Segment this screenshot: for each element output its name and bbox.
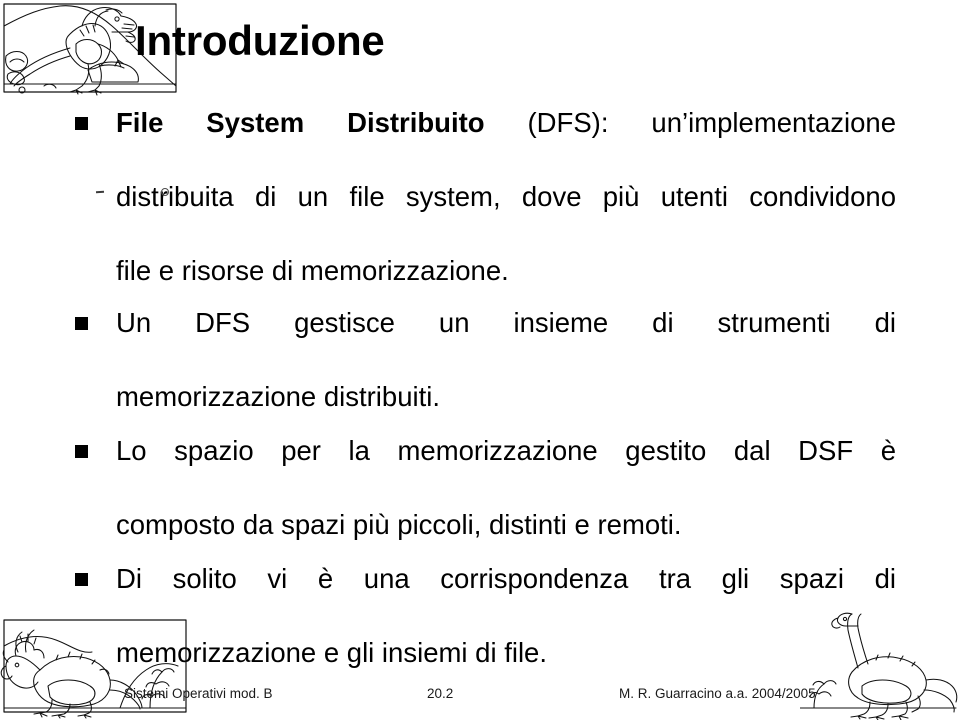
- slide-title: Introduzione: [135, 17, 385, 64]
- bullet-correspondence: Di solito vi è una corrispondenza tra gl…: [66, 560, 896, 671]
- bullet-line: Un DFS gestisce un insieme di strumenti …: [116, 307, 896, 338]
- bullet-line: memorizzazione distribuiti.: [116, 381, 440, 412]
- bullet-line: memorizzazione e gli insiemi di file.: [116, 637, 547, 668]
- bullet-strong-text: File System Distribuito: [116, 107, 485, 138]
- slide-footer: Sistemi Operativi mod. B 20.2 M. R. Guar…: [0, 686, 960, 708]
- bullet-line: distribuita di un file system, dove più …: [116, 181, 896, 212]
- bullet-line: file e risorse di memorizzazione.: [116, 255, 509, 286]
- footer-author-label: M. R. Guarracino a.a. 2004/2005: [619, 686, 816, 701]
- filled-square-bullet-icon: [75, 117, 88, 130]
- footer-slide-number: 20.2: [427, 686, 454, 701]
- filled-square-bullet-icon: [75, 573, 88, 586]
- footer-course-label: Sistemi Operativi mod. B: [124, 686, 273, 701]
- bullet-text: (DFS): un’implementazione: [484, 107, 897, 138]
- bullet-line: Di solito vi è una corrispondenza tra gl…: [116, 563, 896, 594]
- slide-canvas: Introduzione File System Distribuito (DF…: [0, 0, 960, 720]
- slide-body: File System Distribuito (DFS): un’implem…: [66, 104, 896, 677]
- bullet-dfs-definition: File System Distribuito (DFS): un’implem…: [66, 104, 896, 289]
- bullet-dfs-manages: Un DFS gestisce un insieme di strumenti …: [66, 304, 896, 415]
- bullet-line: File System Distribuito (DFS): un’implem…: [116, 104, 896, 178]
- bullet-line: Lo spazio per la memorizzazione gestito …: [116, 435, 896, 466]
- filled-square-bullet-icon: [75, 317, 88, 330]
- bullet-storage-space: Lo spazio per la memorizzazione gestito …: [66, 432, 896, 543]
- filled-square-bullet-icon: [75, 445, 88, 458]
- bullet-line: composto da spazi più piccoli, distinti …: [116, 509, 682, 540]
